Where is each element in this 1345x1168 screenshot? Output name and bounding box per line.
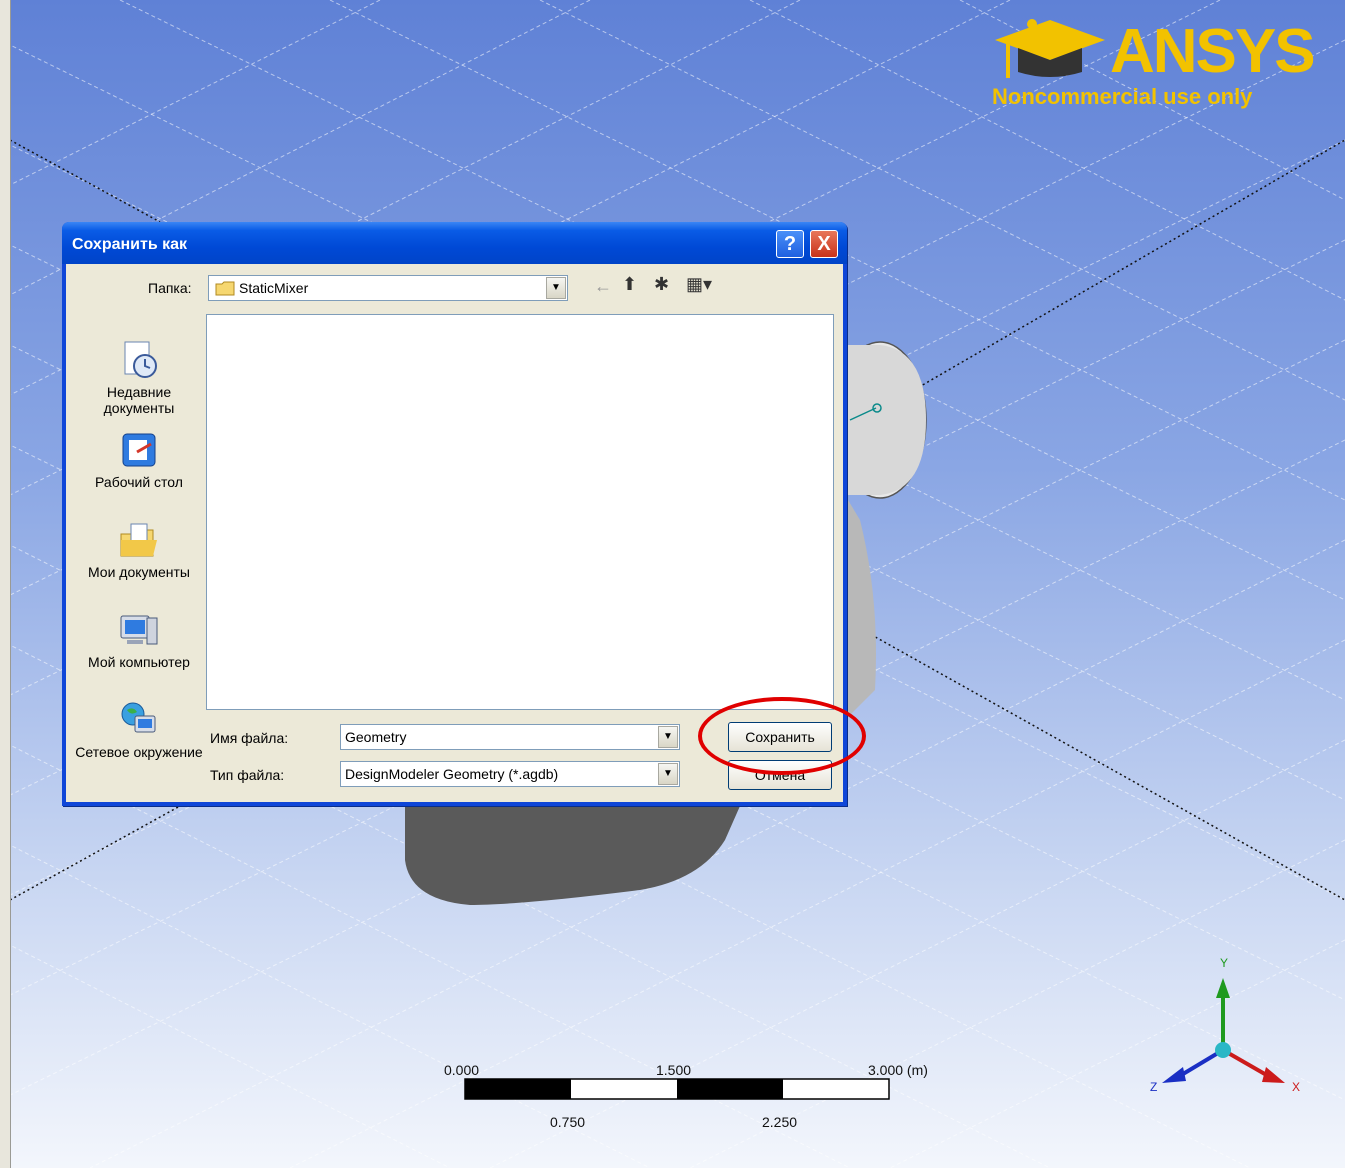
my-documents-icon <box>120 523 157 557</box>
filetype-label: Тип файла: <box>210 767 285 783</box>
filename-value: Geometry <box>345 729 407 745</box>
filename-label: Имя файла: <box>210 730 289 746</box>
up-folder-icon[interactable]: ⬆ <box>622 274 637 295</box>
triad-arrows <box>1162 978 1285 1083</box>
left-panel-edge <box>0 0 11 1168</box>
my-computer-icon <box>120 615 158 645</box>
scale-label: 0.750 <box>550 1114 586 1130</box>
axis-y-label: Y <box>1220 956 1229 970</box>
place-recent-documents[interactable]: Недавние документы <box>74 340 204 416</box>
axis-z-label: Z <box>1150 1080 1158 1094</box>
scale-bar: 0.000 1.500 3.000 (m) 0.750 2.250 <box>440 1060 960 1140</box>
file-list[interactable] <box>206 314 834 710</box>
network-icon <box>121 702 156 733</box>
recent-documents-icon <box>124 341 157 378</box>
graduation-cap-icon <box>995 19 1105 78</box>
filename-input[interactable]: Geometry ▼ <box>340 724 680 750</box>
scale-label: 2.250 <box>762 1114 798 1130</box>
highlight-circle <box>698 697 866 775</box>
logo-brand-text: ANSYS <box>1110 17 1316 86</box>
axis-triad: Y X Z <box>1140 950 1310 1100</box>
close-button[interactable]: X <box>810 230 838 258</box>
place-label: Мой компьютер <box>88 654 190 670</box>
folder-icon <box>215 281 235 296</box>
back-icon[interactable]: ← <box>594 276 612 297</box>
scale-ruler <box>464 1078 890 1100</box>
chevron-down-icon[interactable]: ▼ <box>658 726 678 748</box>
logo-tagline: Noncommercial use only <box>992 84 1253 109</box>
folder-combo[interactable]: StaticMixer ▼ <box>208 275 568 301</box>
place-label: Сетевое окружение <box>75 744 203 760</box>
place-my-computer[interactable]: Мой компьютер <box>74 610 204 670</box>
ansys-logo: ANSYS Noncommercial use only <box>990 10 1320 110</box>
folder-label: Папка: <box>148 280 192 296</box>
chevron-down-icon[interactable]: ▼ <box>546 277 566 299</box>
axis-x-label: X <box>1292 1080 1301 1094</box>
place-desktop[interactable]: Рабочий стол <box>74 430 204 490</box>
dialog-title: Сохранить как <box>72 236 188 253</box>
filetype-value: DesignModeler Geometry (*.agdb) <box>345 766 559 782</box>
scale-label: 0.000 <box>444 1062 480 1078</box>
place-label: Недавние документы <box>103 384 175 416</box>
place-network[interactable]: Сетевое окружение <box>74 700 204 760</box>
places-bar: Недавние документы Рабочий стол Мои доку… <box>74 328 204 798</box>
new-folder-icon[interactable]: ✱ <box>654 274 669 295</box>
place-label: Рабочий стол <box>95 474 183 490</box>
folder-value: StaticMixer <box>239 280 309 296</box>
view-menu-icon[interactable]: ▦▾ <box>686 274 712 295</box>
filetype-select[interactable]: DesignModeler Geometry (*.agdb) ▼ <box>340 761 680 787</box>
chevron-down-icon[interactable]: ▼ <box>658 763 678 785</box>
desktop-icon <box>122 433 156 467</box>
help-button[interactable]: ? <box>776 230 804 258</box>
place-label: Мои документы <box>87 564 190 580</box>
scale-label: 3.000 (m) <box>868 1062 928 1078</box>
place-my-documents[interactable]: Мои документы <box>74 520 204 580</box>
dialog-titlebar[interactable]: Сохранить как ? X <box>62 222 847 264</box>
scale-label: 1.500 <box>656 1062 692 1078</box>
